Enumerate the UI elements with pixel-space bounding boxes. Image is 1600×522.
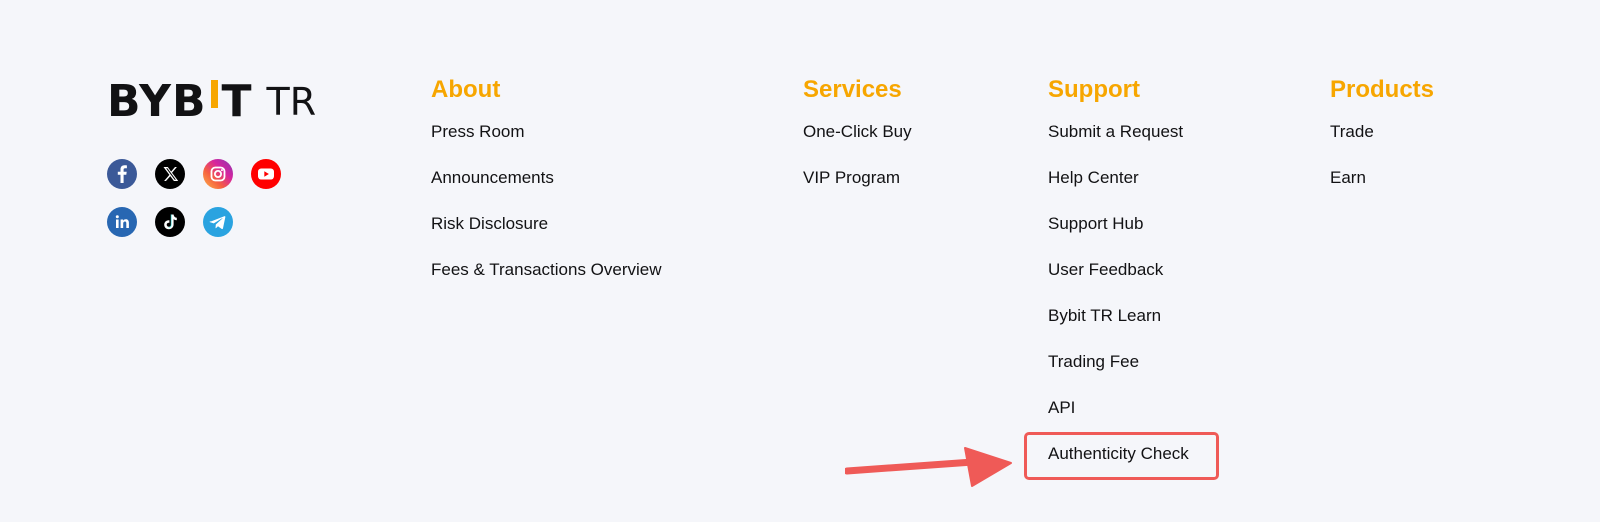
bybit-tr-logo[interactable]: BYB T TR (107, 78, 317, 125)
link-earn[interactable]: Earn (1330, 167, 1434, 213)
link-fees-transactions-overview[interactable]: Fees & Transactions Overview (431, 259, 662, 305)
column-title-about: About (431, 76, 501, 103)
column-title-products: Products (1330, 76, 1435, 103)
footer-column-about: About Press Room Announcements Risk Disc… (431, 76, 662, 305)
logo-accent-bar (207, 80, 222, 124)
footer-column-support: Support Submit a Request Help Center Sup… (1048, 76, 1189, 489)
youtube-icon[interactable] (251, 159, 281, 189)
logo-wordmark: BYB T (107, 80, 253, 124)
social-links (107, 159, 281, 237)
footer-column-products: Products Trade Earn (1330, 76, 1434, 213)
link-press-room[interactable]: Press Room (431, 121, 662, 167)
x-icon[interactable] (155, 159, 185, 189)
facebook-icon[interactable] (107, 159, 137, 189)
link-vip-program[interactable]: VIP Program (803, 167, 912, 213)
link-user-feedback[interactable]: User Feedback (1048, 259, 1189, 305)
link-help-center[interactable]: Help Center (1048, 167, 1189, 213)
instagram-icon[interactable] (203, 159, 233, 189)
link-submit-request[interactable]: Submit a Request (1048, 121, 1189, 167)
column-title-support: Support (1048, 76, 1140, 103)
column-title-services: Services (803, 76, 902, 103)
link-trade[interactable]: Trade (1330, 121, 1434, 167)
link-api[interactable]: API (1048, 397, 1189, 443)
link-trading-fee[interactable]: Trading Fee (1048, 351, 1189, 397)
logo-suffix: TR (266, 80, 317, 124)
link-announcements[interactable]: Announcements (431, 167, 662, 213)
pointer-arrow (845, 447, 1012, 487)
link-authenticity-check[interactable]: Authenticity Check (1048, 443, 1189, 489)
linkedin-icon[interactable] (107, 207, 137, 237)
logo-text-left: BYB (107, 76, 207, 127)
link-bybit-tr-learn[interactable]: Bybit TR Learn (1048, 305, 1189, 351)
telegram-icon[interactable] (203, 207, 233, 237)
footer-column-services: Services One-Click Buy VIP Program (803, 76, 912, 213)
link-one-click-buy[interactable]: One-Click Buy (803, 121, 912, 167)
link-risk-disclosure[interactable]: Risk Disclosure (431, 213, 662, 259)
link-support-hub[interactable]: Support Hub (1048, 213, 1189, 259)
logo-text-right: T (221, 76, 253, 127)
tiktok-icon[interactable] (155, 207, 185, 237)
